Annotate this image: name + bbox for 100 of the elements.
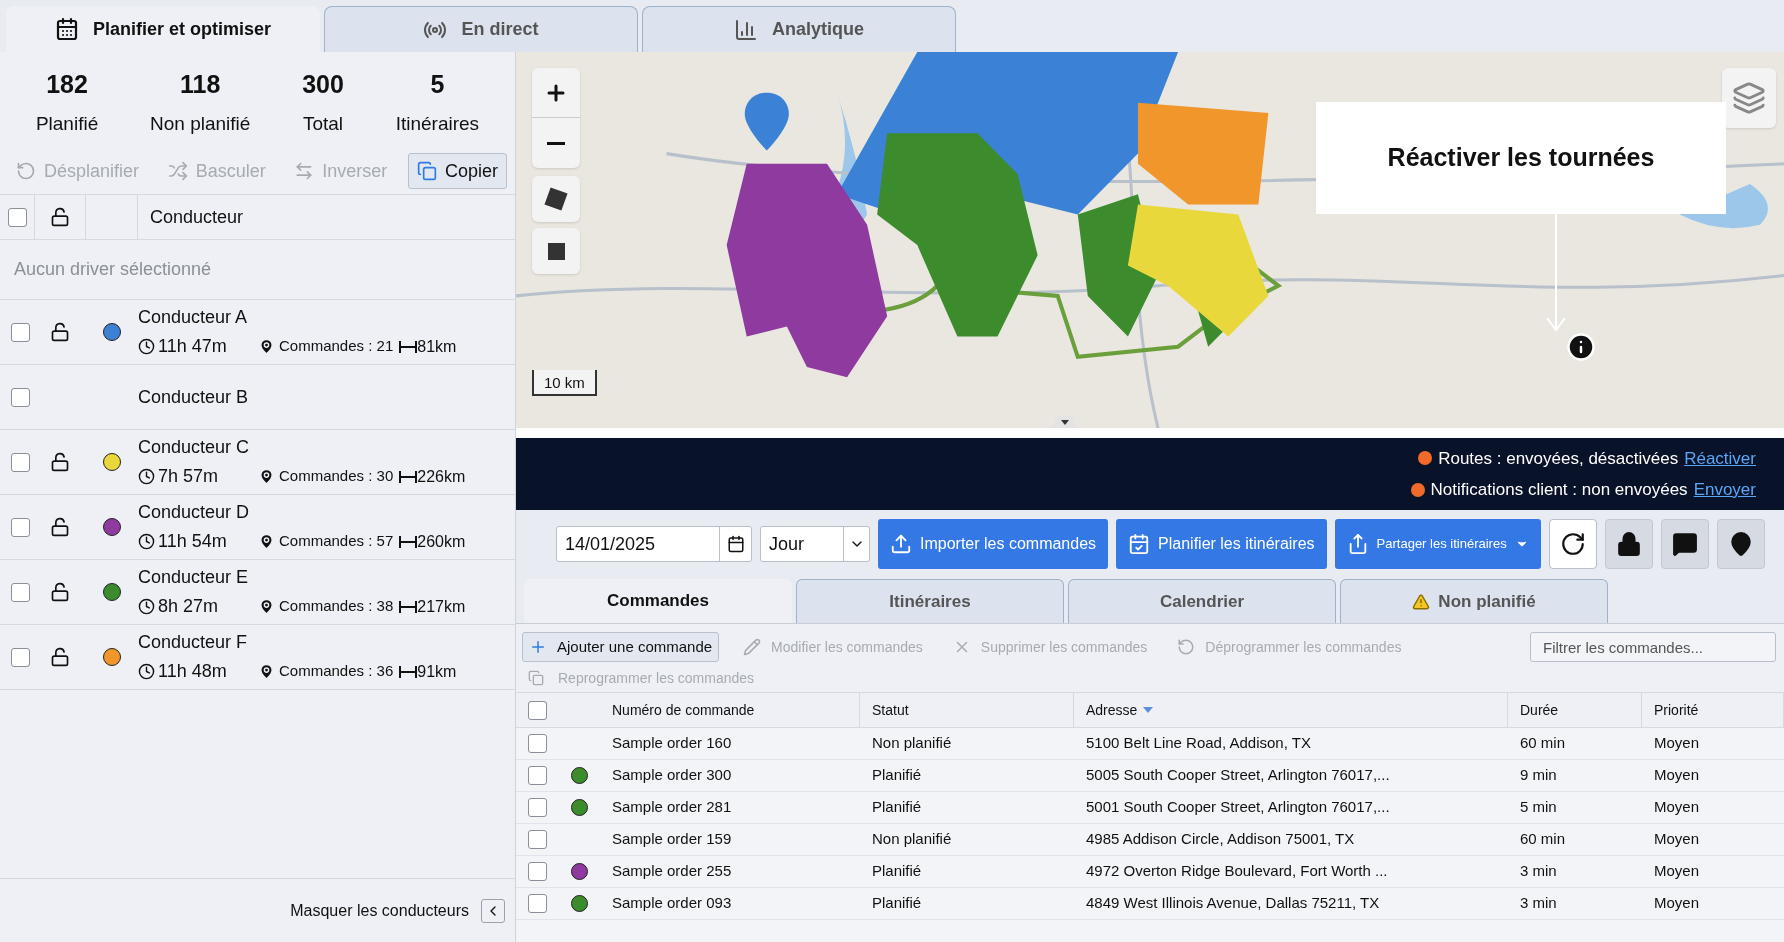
table-cell: Moyen [1654, 766, 1700, 784]
driver-name: Conducteur F [138, 631, 249, 654]
action-button[interactable]: Ajouter une commande [522, 632, 720, 662]
checkbox[interactable] [527, 700, 547, 720]
driver-name: Conducteur B [138, 385, 249, 409]
checkbox[interactable] [527, 862, 547, 881]
column-header[interactable]: Durée [1520, 699, 1559, 721]
column-header[interactable]: Priorité [1654, 699, 1699, 721]
callout-text: Réactiver les tournées [1387, 142, 1655, 174]
table-cell: Moyen [1654, 830, 1700, 848]
collapse-button[interactable] [481, 898, 505, 923]
toolbar-button[interactable]: Partager les itinéraires [1334, 519, 1541, 569]
banner-link[interactable]: Envoyer [1693, 477, 1756, 503]
driver-duration: 7h 57m [158, 465, 220, 488]
table-cell: Sample order 093 [612, 894, 732, 912]
driver-name: Conducteur A [138, 306, 249, 329]
stat-value: 118 [180, 69, 221, 100]
bar-chart-icon [734, 17, 758, 42]
tab[interactable]: Calendrier [1068, 579, 1336, 623]
map-scale: 10 km [532, 370, 597, 396]
lock-icon [1615, 531, 1642, 557]
lock-icon [50, 452, 70, 472]
tab[interactable]: Analytique [642, 6, 956, 52]
reschedule-icon [1177, 638, 1196, 656]
toolbar-button[interactable]: Planifier les itinéraires [1116, 519, 1327, 569]
table-cell: Sample order 300 [612, 766, 732, 784]
layers-button[interactable] [1722, 68, 1776, 128]
driver-name: Conducteur C [138, 436, 251, 459]
column-header: Conducteur [149, 205, 244, 229]
table-cell: 60 min [1520, 830, 1566, 848]
stat-value: 182 [46, 69, 88, 100]
checkbox[interactable] [10, 452, 30, 472]
checkbox[interactable] [10, 582, 30, 602]
stat-label: Planifié [35, 111, 99, 136]
banner-link[interactable]: Réactiver [1684, 445, 1756, 471]
filter-field[interactable]: Filtrer les commandes... [1530, 632, 1776, 662]
checkbox[interactable] [527, 766, 547, 785]
driver-name: Conducteur D [138, 501, 251, 524]
toolbar-button[interactable]: Importer les commandes [878, 519, 1109, 569]
hide-drivers-label: Masquer les conducteurs [290, 900, 469, 921]
checkbox[interactable] [527, 734, 547, 753]
tab[interactable]: Itinéraires [796, 579, 1064, 623]
driver-orders: Commandes : 38 [279, 596, 394, 617]
driver-distance: 91km [417, 661, 457, 682]
draw-square-button[interactable] [532, 228, 580, 274]
checkbox[interactable] [10, 517, 30, 537]
checkbox[interactable] [10, 647, 30, 667]
checkbox[interactable] [7, 207, 27, 227]
driver-orders: Commandes : 57 [279, 531, 394, 552]
clock-icon [138, 468, 155, 485]
table-cell: 3 min [1520, 862, 1557, 880]
warning-icon [1412, 592, 1431, 611]
clock-icon [138, 598, 155, 615]
column-header[interactable]: Adresse [1086, 699, 1138, 721]
banner-text: Routes : envoyées, désactivées [1438, 447, 1679, 470]
stat-label: Total [302, 111, 344, 136]
driver-distance: 226km [417, 466, 466, 487]
lock-icon [50, 207, 70, 227]
table-cell: Moyen [1654, 894, 1700, 912]
table-cell: Sample order 281 [612, 798, 732, 816]
table-cell: 5005 South Cooper Street, Arlington 76017,... [1086, 766, 1390, 784]
clock-icon [138, 533, 155, 550]
lock-button[interactable] [1604, 519, 1653, 569]
tab[interactable]: Non planifié [1340, 579, 1608, 623]
distance-icon [399, 535, 418, 548]
pin-icon [258, 338, 275, 355]
table-cell: Moyen [1654, 734, 1700, 752]
stat-value: 5 [430, 69, 445, 100]
table-cell: Planifié [872, 798, 922, 816]
checkbox[interactable] [527, 894, 547, 913]
stat-label: Itinéraires [395, 111, 480, 136]
table-cell: Planifié [872, 894, 922, 912]
checkbox[interactable] [527, 830, 547, 849]
refresh-button[interactable] [1548, 519, 1597, 569]
tab[interactable]: En direct [324, 6, 638, 52]
checkbox[interactable] [10, 387, 30, 407]
distance-icon [399, 340, 418, 353]
column-header[interactable]: Statut [872, 699, 909, 721]
reschedule-icon [16, 161, 36, 181]
calendar-icon [1128, 533, 1151, 555]
clock-icon [138, 338, 155, 355]
pencil-icon [743, 638, 762, 656]
table-cell: 4849 West Illinois Avenue, Dallas 75211, TX [1086, 894, 1380, 912]
date-field[interactable]: 14/01/2025 [556, 526, 752, 562]
tab[interactable]: Commandes [524, 579, 792, 623]
table-cell: 5100 Belt Line Road, Addison, TX [1086, 734, 1311, 752]
draw-polygon-button[interactable] [532, 176, 580, 222]
driver-duration: 8h 27m [158, 595, 220, 618]
table-cell: 60 min [1520, 734, 1566, 752]
empty-message: Aucun driver sélectionné [14, 258, 212, 281]
tab[interactable]: Planifier et optimiser [6, 6, 320, 52]
location-button[interactable] [1716, 519, 1765, 569]
table-cell: Non planifié [872, 830, 952, 848]
action-button[interactable]: Copier [407, 153, 507, 189]
checkbox[interactable] [527, 798, 547, 817]
column-header[interactable]: Numéro de commande [612, 699, 755, 721]
message-button[interactable] [1660, 519, 1709, 569]
table-cell: Sample order 159 [612, 830, 732, 848]
checkbox[interactable] [10, 322, 30, 342]
period-select[interactable]: Jour [760, 526, 870, 562]
